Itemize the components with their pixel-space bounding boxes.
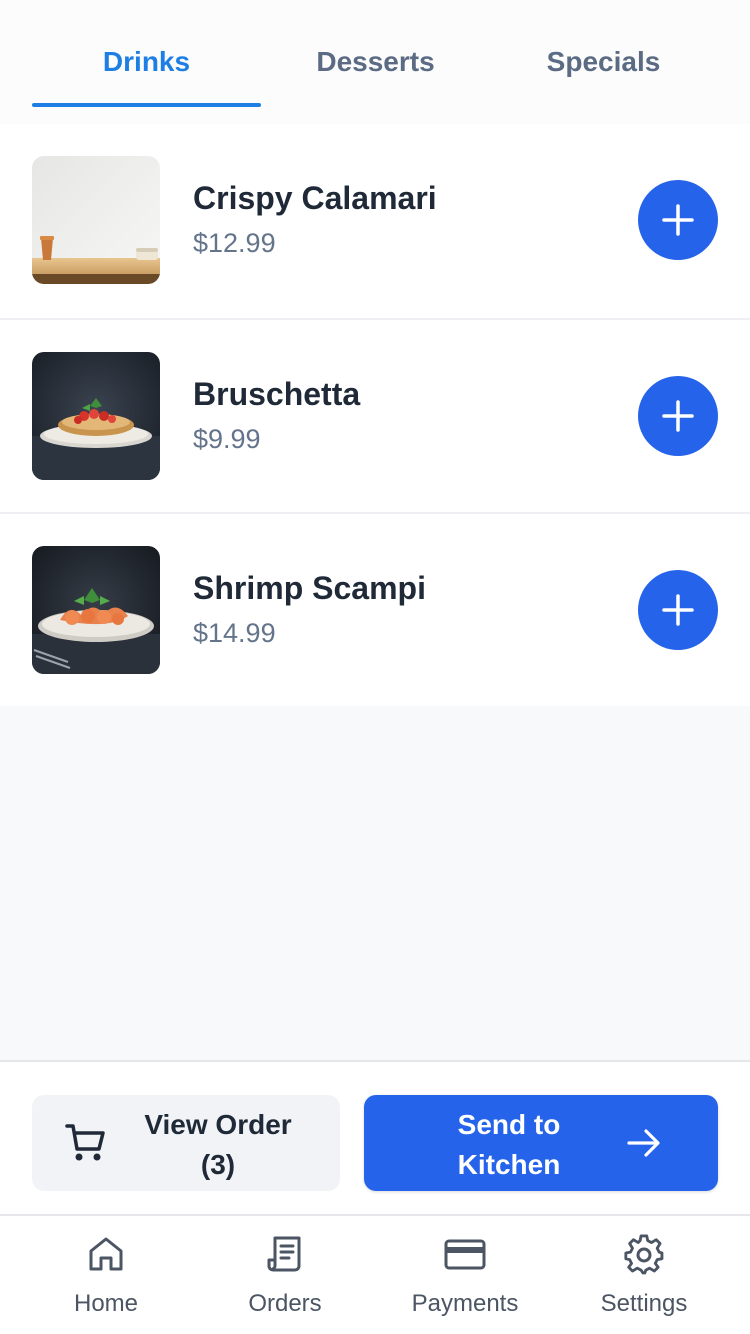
item-price: $12.99	[193, 228, 276, 258]
nav-orders-label: Orders	[248, 1290, 322, 1317]
item-name: Bruschetta	[193, 376, 361, 412]
order-action-bar: View Order (3) Send to Kitchen	[0, 1060, 750, 1214]
shrimp-scampi-photo	[32, 546, 160, 674]
cart-icon	[65, 1124, 105, 1161]
menu-item[interactable]: Bruschetta $9.99	[0, 318, 750, 512]
tab-specials[interactable]: Specials	[489, 40, 718, 84]
send-to-kitchen-label: Send to Kitchen	[434, 1105, 584, 1185]
nav-home[interactable]: Home	[16, 1216, 196, 1334]
nav-home-label: Home	[73, 1290, 139, 1317]
home-icon	[89, 1237, 123, 1271]
plus-icon	[662, 594, 694, 626]
send-text-line1: Send to	[457, 1109, 561, 1140]
nav-payments-label: Payments	[411, 1290, 519, 1317]
menu-list: Crispy Calamari $12.99 Bruschetta $9.99 …	[0, 124, 750, 706]
credit-card-icon	[444, 1239, 486, 1270]
category-tabs: Drinks Desserts Specials	[0, 0, 750, 124]
tab-drinks[interactable]: Drinks	[32, 40, 261, 84]
nav-settings-label: Settings	[600, 1290, 688, 1317]
menu-item[interactable]: Shrimp Scampi $14.99	[0, 512, 750, 706]
order-count: (3)	[200, 1149, 236, 1180]
tab-desserts[interactable]: Desserts	[261, 40, 490, 84]
nav-orders[interactable]: Orders	[195, 1216, 375, 1334]
menu-item[interactable]: Crispy Calamari $12.99	[0, 124, 750, 318]
active-tab-indicator	[32, 103, 261, 107]
nav-payments[interactable]: Payments	[375, 1216, 555, 1334]
item-price: $9.99	[193, 424, 261, 454]
plus-icon	[662, 204, 694, 236]
arrow-right-icon	[627, 1129, 660, 1157]
add-item-button[interactable]	[638, 180, 718, 260]
bruschetta-photo	[32, 352, 160, 480]
nav-settings[interactable]: Settings	[554, 1216, 734, 1334]
view-order-button[interactable]: View Order (3)	[32, 1095, 340, 1191]
add-item-button[interactable]	[638, 376, 718, 456]
item-name: Crispy Calamari	[193, 180, 437, 216]
view-order-label: View Order (3)	[128, 1105, 308, 1185]
add-item-button[interactable]	[638, 570, 718, 650]
plus-icon	[662, 400, 694, 432]
gear-icon	[624, 1234, 664, 1275]
bottom-navigation: Home Orders Payments Settings	[0, 1214, 750, 1334]
view-order-text: View Order	[144, 1109, 292, 1140]
send-to-kitchen-button[interactable]: Send to Kitchen	[364, 1095, 718, 1191]
item-price: $14.99	[193, 618, 276, 648]
calamari-photo	[32, 156, 160, 284]
receipt-icon	[267, 1236, 301, 1272]
item-name: Shrimp Scampi	[193, 570, 426, 606]
send-text-line2: Kitchen	[457, 1149, 561, 1180]
